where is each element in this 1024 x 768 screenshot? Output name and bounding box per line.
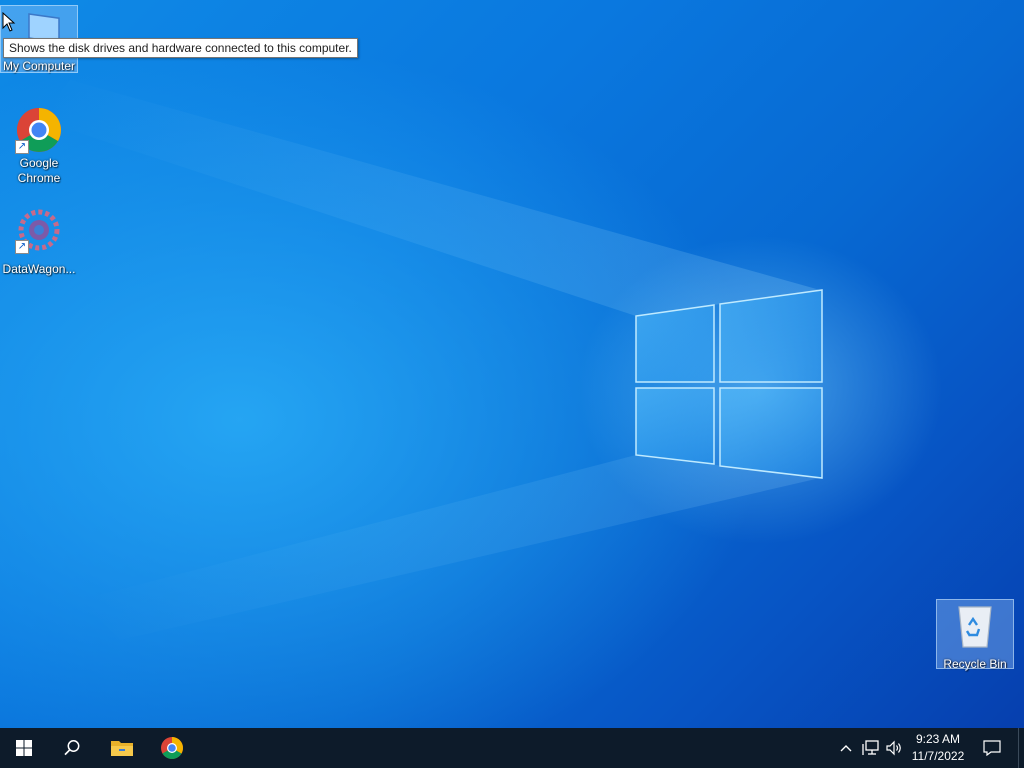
action-center-button[interactable] [978, 728, 1006, 768]
chevron-up-icon [840, 745, 852, 752]
show-desktop-button[interactable] [1018, 728, 1024, 768]
wallpaper-windows-logo [40, 80, 823, 640]
desktop-icon-datawagon[interactable]: ↗ DataWagon... [1, 206, 77, 276]
desktop-icon-google-chrome[interactable]: ↗ Google Chrome [1, 106, 77, 186]
desktop-icon-label: DataWagon... [2, 262, 76, 276]
clock-date: 11/7/2022 [911, 749, 965, 763]
taskbar-clock[interactable]: 9:23 AM 11/7/2022 [904, 731, 972, 765]
search-button[interactable] [48, 728, 96, 768]
shortcut-arrow-icon: ↗ [15, 240, 29, 254]
desktop-icon-label: Recycle Bin [943, 657, 1007, 671]
file-explorer-icon [111, 741, 133, 756]
show-hidden-icons-button[interactable] [836, 728, 856, 768]
desktop-icon-label: My Computer [2, 59, 76, 73]
datawagon-icon: ↗ [15, 206, 63, 254]
chrome-icon: ↗ [15, 106, 63, 154]
desktop-icon-label: Google Chrome [17, 156, 61, 185]
shortcut-arrow-icon: ↗ [15, 140, 29, 154]
chrome-icon [161, 737, 183, 759]
taskbar: 9:23 AM 11/7/2022 [0, 728, 1024, 768]
volume-button[interactable] [884, 728, 904, 768]
desktop-icon-recycle-bin[interactable]: Recycle Bin [936, 599, 1014, 671]
desktop[interactable]: My Computer ↗ Google Chrome ↗ DataWagon.… [0, 0, 1024, 728]
file-explorer-button[interactable] [98, 728, 146, 768]
start-button[interactable] [0, 728, 48, 768]
volume-icon [886, 740, 901, 756]
network-button[interactable] [860, 728, 882, 768]
chrome-taskbar-button[interactable] [148, 728, 196, 768]
tooltip: Shows the disk drives and hardware conne… [3, 38, 358, 58]
network-icon [862, 740, 879, 755]
recycle-bin-icon [951, 603, 999, 651]
search-icon [64, 740, 80, 756]
clock-time: 9:23 AM [915, 732, 961, 746]
mouse-cursor-icon [2, 12, 16, 32]
notifications-icon [983, 740, 1001, 756]
start-icon [16, 740, 32, 756]
